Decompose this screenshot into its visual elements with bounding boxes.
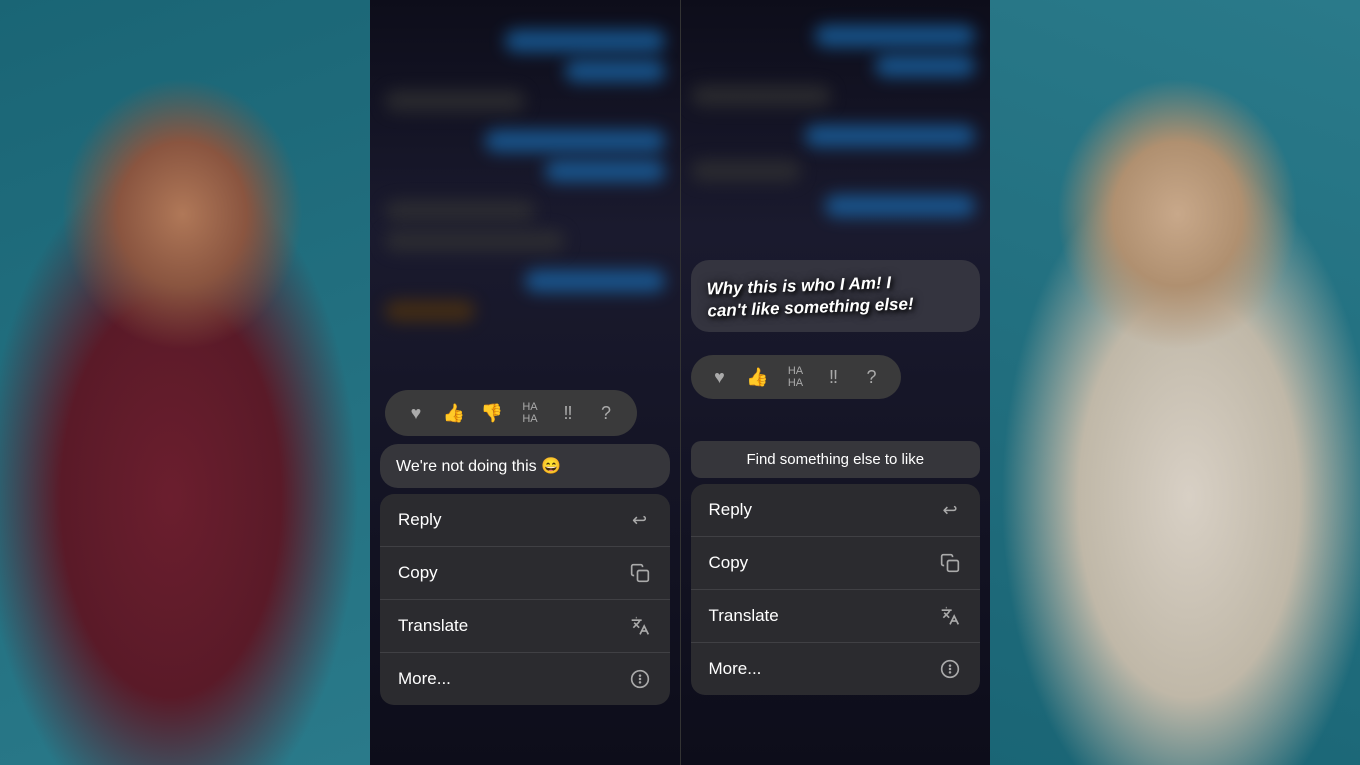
reaction-exclamation-right[interactable]: ‼ <box>819 362 849 392</box>
menu-item-copy-right[interactable]: Copy <box>691 537 981 590</box>
menu-item-translate-left-label: Translate <box>398 616 468 636</box>
more-icon-left <box>628 667 652 691</box>
phones-container: ♥ 👍 👎 HAHA ‼ ? We're not doing this 😄 Re… <box>370 0 990 765</box>
reaction-thumbsup[interactable]: 👍 <box>439 398 469 428</box>
reaction-haha-right[interactable]: HAHA <box>781 362 811 392</box>
context-menu-left: Reply ↩ Copy Translate <box>380 494 670 705</box>
tooltip-text-right: Find something else to like <box>746 451 924 468</box>
menu-item-reply-left-label: Reply <box>398 510 441 530</box>
reaction-question[interactable]: ? <box>591 398 621 428</box>
reaction-haha[interactable]: HAHA <box>515 398 545 428</box>
menu-item-reply-right-label: Reply <box>709 500 752 520</box>
context-menu-right: Reply ↩ Copy Translate <box>691 484 981 695</box>
menu-item-translate-left[interactable]: Translate <box>380 600 670 653</box>
menu-item-copy-left-label: Copy <box>398 563 438 583</box>
context-menu-left-container: ♥ 👍 👎 HAHA ‼ ? We're not doing this 😄 Re… <box>380 390 670 705</box>
reaction-exclamation[interactable]: ‼ <box>553 398 583 428</box>
reaction-heart-right[interactable]: ♥ <box>705 362 735 392</box>
reaction-thumbsdown[interactable]: 👎 <box>477 398 507 428</box>
person-right <box>980 0 1360 765</box>
reaction-question-right[interactable]: ? <box>857 362 887 392</box>
reply-icon-right: ↩ <box>938 498 962 522</box>
handwritten-message-container: Why this is who I Am! Ican't like someth… <box>691 260 981 332</box>
menu-item-more-left-label: More... <box>398 669 451 689</box>
handwritten-bubble: Why this is who I Am! Ican't like someth… <box>691 260 981 332</box>
tooltip-right: Find something else to like <box>691 441 981 478</box>
handwritten-text: Why this is who I Am! Ican't like someth… <box>706 270 965 323</box>
menu-item-translate-right[interactable]: Translate <box>691 590 981 643</box>
reaction-bar-right: ♥ 👍 HAHA ‼ ? <box>691 355 901 399</box>
reaction-bar-left: ♥ 👍 👎 HAHA ‼ ? <box>385 390 637 436</box>
copy-icon-left <box>628 561 652 585</box>
reaction-thumbsup-right[interactable]: 👍 <box>743 362 773 392</box>
menu-item-copy-left[interactable]: Copy <box>380 547 670 600</box>
menu-item-more-right[interactable]: More... <box>691 643 981 695</box>
menu-item-copy-right-label: Copy <box>709 553 749 573</box>
message-text-left: We're not doing this 😄 <box>396 456 561 476</box>
person-left <box>0 0 380 765</box>
translate-icon-right <box>938 604 962 628</box>
menu-item-translate-right-label: Translate <box>709 606 779 626</box>
phone-screen-right: Why this is who I Am! Ican't like someth… <box>680 0 991 765</box>
context-menu-right-container: Find something else to like Reply ↩ Copy <box>691 441 981 695</box>
phone-screen-left: ♥ 👍 👎 HAHA ‼ ? We're not doing this 😄 Re… <box>370 0 680 765</box>
more-icon-right <box>938 657 962 681</box>
menu-item-reply-left[interactable]: Reply ↩ <box>380 494 670 547</box>
menu-item-more-left[interactable]: More... <box>380 653 670 705</box>
translate-icon-left <box>628 614 652 638</box>
menu-item-reply-right[interactable]: Reply ↩ <box>691 484 981 537</box>
message-bubble-left: We're not doing this 😄 <box>380 444 670 488</box>
reaction-heart[interactable]: ♥ <box>401 398 431 428</box>
reaction-bar-right-container: ♥ 👍 HAHA ‼ ? <box>691 355 901 399</box>
copy-icon-right <box>938 551 962 575</box>
reply-icon-left: ↩ <box>628 508 652 532</box>
menu-item-more-right-label: More... <box>709 659 762 679</box>
